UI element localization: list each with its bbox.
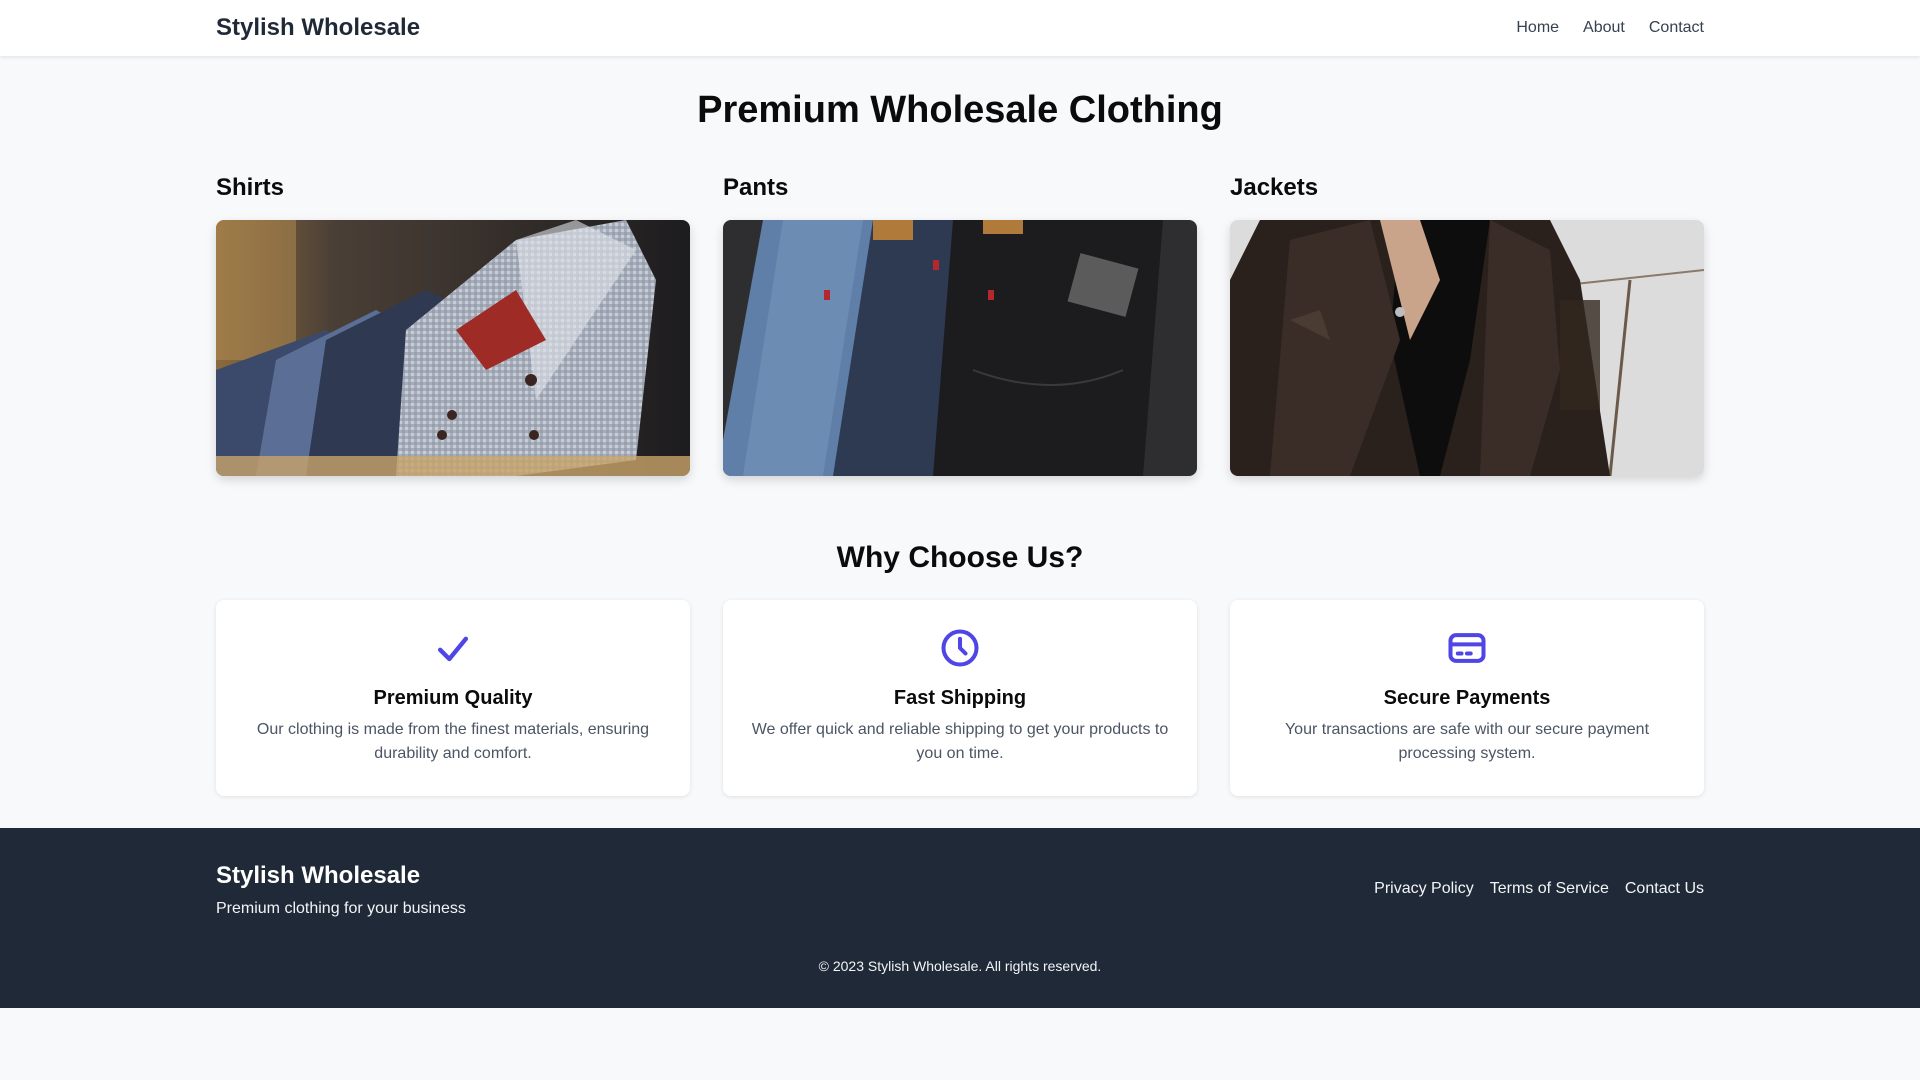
pants-photo-art [723,220,1197,476]
feature-card-quality: Premium Quality Our clothing is made fro… [216,600,690,796]
site-footer: Stylish Wholesale Premium clothing for y… [0,828,1920,1008]
category-title-shirts: Shirts [216,174,285,201]
terms-of-service-link[interactable]: Terms of Service [1490,880,1609,898]
why-choose-us-heading: Why Choose Us? [836,541,1084,574]
category-title-pants: Pants [723,174,789,201]
main-content: Premium Wholesale Clothing Shirts Pants … [216,87,1704,796]
footer-tagline: Premium clothing for your business [216,900,466,917]
nav-about-link[interactable]: About [1583,19,1625,37]
category-card-jackets: Jackets [1230,174,1704,476]
copyright-text: © 2023 Stylish Wholesale. All rights res… [818,958,1102,974]
feature-description: We offer quick and reliable shipping to … [751,721,1169,762]
pants-photo[interactable] [723,220,1197,476]
site-header: Stylish Wholesale Home About Contact [0,0,1920,56]
footer-brand: Stylish Wholesale [216,862,421,889]
jackets-photo-art [1230,220,1704,476]
clock-icon [941,629,979,667]
shirts-photo-art [216,220,690,476]
category-card-shirts: Shirts [216,174,690,476]
footer-links: Privacy Policy Terms of Service Contact … [1374,880,1704,898]
feature-description: Your transactions are safe with our secu… [1284,721,1650,762]
brand-logo[interactable]: Stylish Wholesale [216,14,420,42]
category-title-jackets: Jackets [1230,174,1319,201]
feature-title: Fast Shipping [893,687,1027,709]
contact-us-link[interactable]: Contact Us [1625,880,1704,898]
credit-card-icon [1448,633,1486,663]
feature-card-shipping: Fast Shipping We offer quick and reliabl… [723,600,1197,796]
feature-title: Secure Payments [1383,687,1551,709]
privacy-policy-link[interactable]: Privacy Policy [1374,880,1474,898]
check-icon [437,636,469,662]
footer-brand-block: Stylish Wholesale Premium clothing for y… [216,862,466,918]
main-nav: Home About Contact [1516,19,1704,37]
feature-description: Our clothing is made from the finest mat… [256,721,650,762]
feature-card-payments: Secure Payments Your transactions are sa… [1230,600,1704,796]
shirts-photo[interactable] [216,220,690,476]
category-grid: Shirts Pants Jackets [216,174,1704,476]
nav-contact-link[interactable]: Contact [1649,19,1704,37]
category-card-pants: Pants [723,174,1197,476]
page-title: Premium Wholesale Clothing [697,89,1223,131]
jackets-photo[interactable] [1230,220,1704,476]
feature-grid: Premium Quality Our clothing is made fro… [216,600,1704,796]
nav-home-link[interactable]: Home [1516,19,1559,37]
feature-title: Premium Quality [373,687,533,709]
